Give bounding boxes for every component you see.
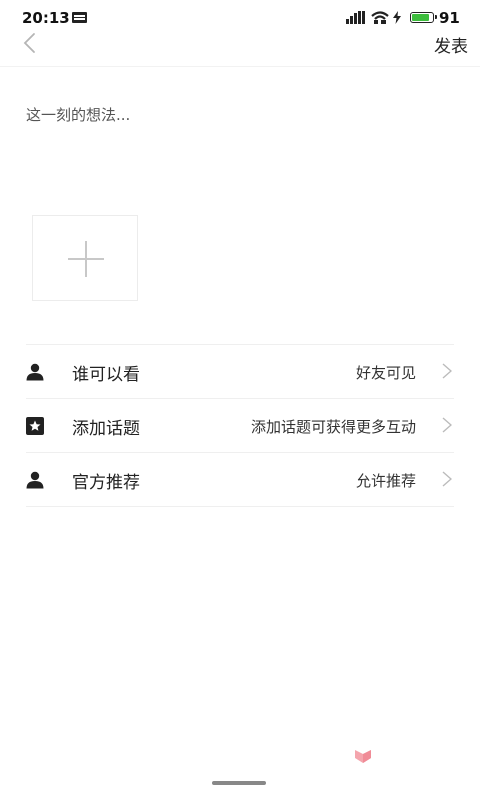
visibility-label: 谁可以看 xyxy=(72,365,140,385)
person-icon xyxy=(26,363,44,381)
topic-row[interactable]: 添加话题 添加话题可获得更多互动 xyxy=(26,399,454,453)
topic-value: 添加话题可获得更多互动 xyxy=(250,418,416,436)
settings-list: 谁可以看 好友可见 添加话题 添加话题可获得更多互动 官方推荐 允许推荐 xyxy=(26,344,454,507)
signal-icon xyxy=(346,11,365,24)
star-badge-icon xyxy=(26,417,44,435)
home-indicator[interactable] xyxy=(212,781,266,785)
wifi-icon xyxy=(371,11,389,24)
chevron-right-icon xyxy=(442,363,452,379)
status-time: 20:13 xyxy=(22,9,70,27)
charge-icon xyxy=(393,11,401,24)
header: 发表 xyxy=(0,30,480,67)
publish-button[interactable]: 发表 xyxy=(434,32,468,57)
chevron-left-icon[interactable] xyxy=(20,32,40,54)
recommend-row[interactable]: 官方推荐 允许推荐 xyxy=(26,453,454,507)
chevron-right-icon xyxy=(442,471,452,487)
topic-label: 添加话题 xyxy=(72,419,140,439)
add-image-button[interactable] xyxy=(32,215,138,301)
recommend-label: 官方推荐 xyxy=(72,473,140,493)
chevron-right-icon xyxy=(442,417,452,433)
plus-icon xyxy=(68,241,104,277)
battery-level: 91 xyxy=(439,9,460,27)
status-bar: 20:13 91 xyxy=(0,0,480,34)
battery-fill xyxy=(412,14,430,21)
news-icon xyxy=(72,12,87,23)
battery-icon xyxy=(410,12,437,23)
floating-badge-icon[interactable] xyxy=(354,746,372,764)
person-icon xyxy=(26,471,44,489)
visibility-row[interactable]: 谁可以看 好友可见 xyxy=(26,345,454,399)
visibility-value: 好友可见 xyxy=(355,364,416,382)
thought-input[interactable] xyxy=(26,104,456,184)
recommend-value: 允许推荐 xyxy=(355,472,416,490)
